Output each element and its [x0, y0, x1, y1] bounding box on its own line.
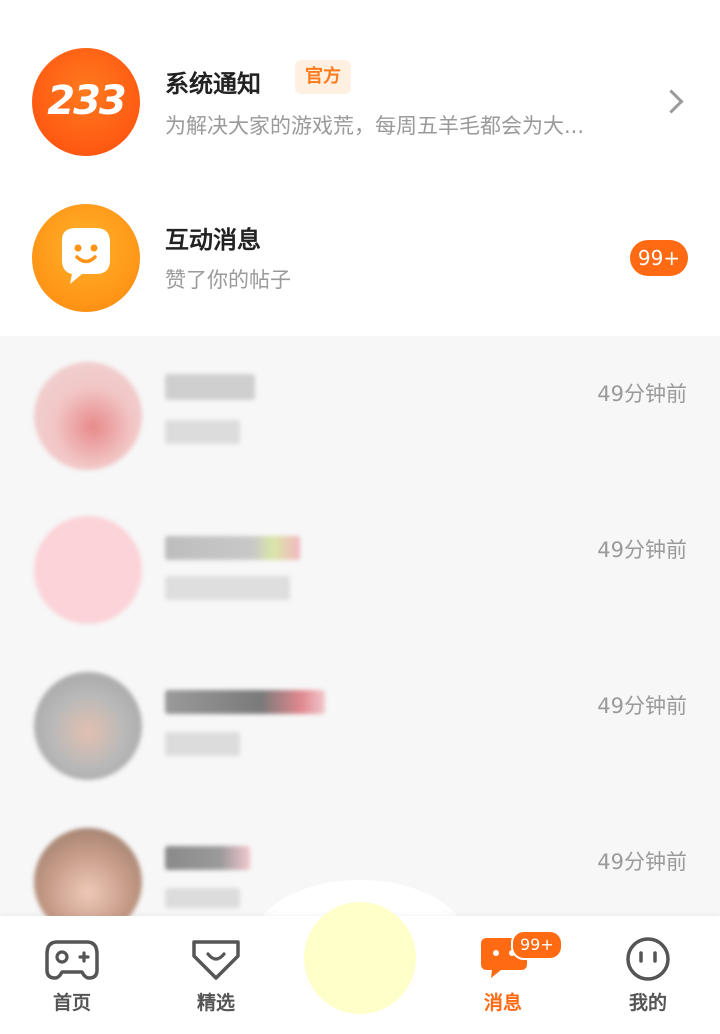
chat-time: 49分钟前 [597, 694, 687, 718]
chevron-right-icon [659, 89, 684, 114]
chat-time: 49分钟前 [597, 850, 687, 874]
face-icon [626, 937, 670, 981]
unread-badge: 99+ [630, 240, 688, 276]
tab-profile[interactable]: 我的 [598, 916, 698, 1034]
tab-messages[interactable]: 99+ 消息 [453, 916, 563, 1034]
tab-featured[interactable]: 精选 [166, 916, 266, 1034]
preview-placeholder [165, 576, 290, 600]
name-placeholder [165, 536, 300, 560]
center-action-button[interactable] [304, 902, 416, 1014]
interaction-avatar [32, 204, 140, 312]
name-placeholder [165, 846, 250, 870]
chat-time: 49分钟前 [597, 538, 687, 562]
tab-label: 消息 [483, 992, 522, 1014]
preview-placeholder [165, 420, 240, 444]
interaction-title: 互动消息 [165, 226, 261, 254]
avatar [34, 362, 142, 470]
tab-unread-badge: 99+ [511, 930, 563, 960]
chat-time: 49分钟前 [597, 382, 687, 406]
gamepad-icon [45, 940, 99, 980]
system-notice-row[interactable]: 233 系统通知 官方 为解决大家的游戏荒，每周五羊毛都会为大... [0, 40, 720, 170]
avatar [34, 672, 142, 780]
system-notice-avatar: 233 [32, 48, 140, 156]
chat-row[interactable]: 49分钟前 [0, 352, 720, 492]
preview-placeholder [165, 888, 240, 908]
tab-label: 首页 [52, 992, 91, 1014]
avatar-233-text: 233 [47, 78, 127, 124]
avatar [34, 516, 142, 624]
name-placeholder [165, 690, 325, 714]
official-tag: 官方 [295, 60, 351, 94]
tab-label: 我的 [628, 992, 667, 1014]
interaction-messages-row[interactable]: 互动消息 赞了你的帖子 99+ [0, 196, 720, 326]
name-placeholder [165, 374, 255, 400]
system-notice-preview: 为解决大家的游戏荒，每周五羊毛都会为大... [165, 114, 585, 138]
tab-home[interactable]: 首页 [22, 916, 122, 1034]
heart-badge-icon [192, 940, 240, 980]
interaction-preview: 赞了你的帖子 [165, 268, 291, 292]
preview-placeholder [165, 732, 240, 756]
tab-label: 精选 [196, 992, 235, 1014]
chat-row[interactable]: 49分钟前 [0, 664, 720, 804]
chat-row[interactable]: 49分钟前 [0, 508, 720, 648]
system-notice-title: 系统通知 [165, 70, 261, 98]
smiley-bubble-icon [62, 228, 110, 284]
